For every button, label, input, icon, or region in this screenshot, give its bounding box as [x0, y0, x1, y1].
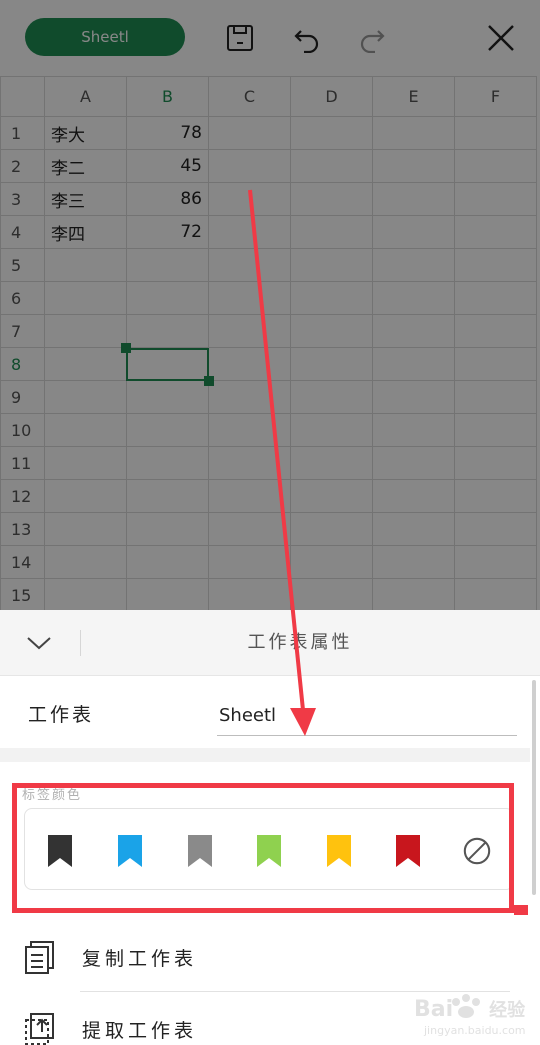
- copy-sheet-action[interactable]: 复制工作表: [0, 920, 530, 992]
- watermark-brand: Bai 经验: [414, 997, 526, 1022]
- panel-header: 工作表属性: [0, 610, 540, 676]
- baidu-watermark: Bai 经验 jingyan.baidu.com: [388, 990, 538, 1040]
- panel-scrollbar[interactable]: [532, 680, 536, 895]
- sheet-name-input[interactable]: [217, 696, 517, 736]
- sheet-name-row: 工作表: [0, 676, 530, 748]
- extract-sheet-icon: [25, 1013, 54, 1045]
- copy-sheet-icon: [25, 941, 54, 974]
- annotation-highlight-box: [12, 783, 514, 913]
- dim-overlay[interactable]: [0, 0, 540, 610]
- watermark-domain: jingyan.baidu.com: [424, 1024, 526, 1037]
- panel-title: 工作表属性: [247, 632, 353, 653]
- section-gap: [0, 748, 530, 762]
- copy-sheet-label: 复制工作表: [82, 948, 198, 970]
- sheet-name-label-text: 工作表: [28, 704, 95, 726]
- annotation-box-tick: [514, 905, 528, 915]
- extract-sheet-label: 提取工作表: [82, 1020, 198, 1042]
